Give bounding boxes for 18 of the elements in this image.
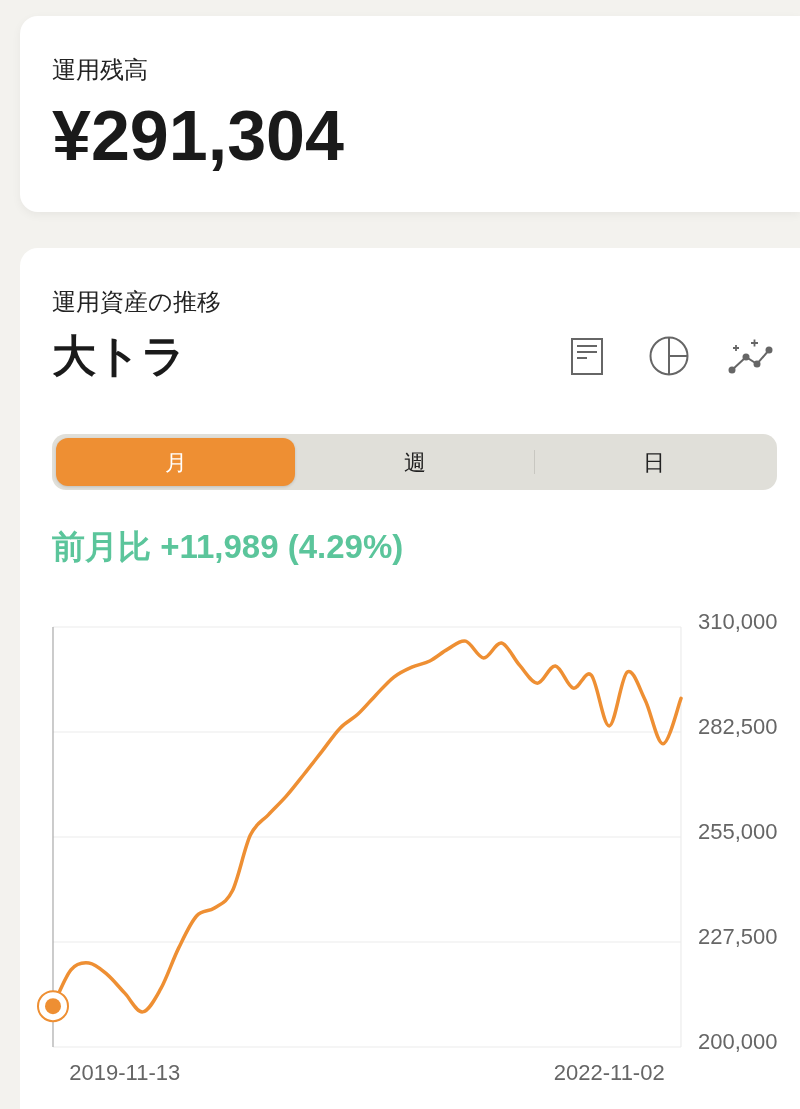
pie-chart-icon[interactable] <box>649 336 689 376</box>
y-axis-label: 310,000 <box>698 609 778 634</box>
x-axis-label: 2019-11-13 <box>69 1060 181 1085</box>
balance-label: 運用残高 <box>52 56 148 84</box>
document-icon[interactable] <box>571 337 603 375</box>
section-title: 大トラ <box>52 334 186 378</box>
period-tab[interactable]: 日 <box>534 438 773 486</box>
y-axis-label: 227,500 <box>698 924 778 949</box>
data-point-marker[interactable] <box>37 990 69 1023</box>
line-chart-sparkle-icon[interactable] <box>728 338 774 374</box>
balance-amount: ¥291,304 <box>52 101 344 171</box>
x-axis-label: 2022-11-02 <box>553 1060 665 1085</box>
period-tab[interactable]: 週 <box>295 438 534 486</box>
y-axis-label: 282,500 <box>698 714 778 739</box>
y-axis-label: 200,000 <box>698 1029 778 1054</box>
y-axis-label: 255,000 <box>698 819 778 844</box>
section-subtitle: 運用資産の推移 <box>52 288 221 316</box>
monthly-change: 前月比 +11,989 (4.29%) <box>52 529 404 565</box>
